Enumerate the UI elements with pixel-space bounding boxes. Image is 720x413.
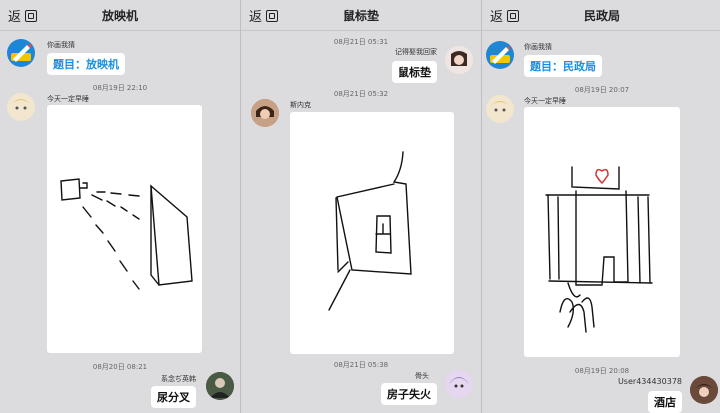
top-bar: 返 民政局 <box>482 0 720 31</box>
guess-bubble[interactable]: 房子失火 <box>381 383 437 405</box>
sender-nickname: 今天一定早睡 <box>47 95 89 103</box>
mousepad-drawing <box>328 151 412 311</box>
drawer-avatar[interactable] <box>7 93 35 121</box>
chat-panel-projector: 返 放映机 你画我猜 题目：放映机 08月19日 22:10 今天一定早睡 08… <box>0 0 240 413</box>
sender-nickname: 斯内克 <box>290 101 311 109</box>
sender-nickname: 记得娶我回家 <box>395 48 437 56</box>
timestamp: 08月19日 22:10 <box>92 84 148 92</box>
game-bot-avatar[interactable] <box>486 41 514 69</box>
photo-avatar-icon <box>251 99 279 127</box>
guesser-avatar[interactable] <box>206 372 234 400</box>
answer-bubble[interactable]: 鼠标垫 <box>392 61 437 83</box>
prompt-bubble[interactable]: 题目：放映机 <box>47 53 125 75</box>
guesser-avatar[interactable] <box>445 370 473 398</box>
page-title: 放映机 <box>101 9 138 23</box>
sender-nickname: 系念ぢ英韩 <box>161 375 196 383</box>
projector-drawing <box>60 178 193 290</box>
pencil-icon <box>11 44 32 62</box>
guess-bubble[interactable]: 尿分叉 <box>151 386 196 408</box>
drawer-avatar[interactable] <box>486 95 514 123</box>
sender-nickname: 你画我猜 <box>524 43 552 51</box>
pencil-icon <box>490 46 511 64</box>
drawing-canvas[interactable] <box>47 105 202 353</box>
guess-bubble[interactable]: 酒店 <box>648 391 682 413</box>
page-title: 民政局 <box>583 9 620 23</box>
sender-nickname: User434430378 <box>617 377 682 386</box>
sender-nickname: 今天一定早睡 <box>524 97 566 105</box>
timestamp: 08月20日 08:21 <box>92 363 148 371</box>
photo-avatar-icon <box>445 46 473 74</box>
chat-panel-civil-affairs: 返 民政局 你画我猜 题目：民政局 08月19日 20:07 今天一定早睡 08… <box>482 0 720 413</box>
prompt-bubble[interactable]: 题目：民政局 <box>524 55 602 77</box>
screenshot-collage: 返 放映机 你画我猜 题目：放映机 08月19日 22:10 今天一定早睡 08… <box>0 0 720 413</box>
anime-avatar-icon <box>445 370 473 398</box>
timestamp: 08月21日 05:38 <box>333 361 389 369</box>
photo-avatar-icon <box>206 372 234 400</box>
anime-avatar-icon <box>690 376 718 404</box>
timestamp: 08月19日 20:07 <box>574 86 630 94</box>
top-bar: 返 放映机 <box>0 0 240 31</box>
timestamp: 08月21日 05:32 <box>333 90 389 98</box>
chat-panel-mousepad: 返 鼠标垫 08月21日 05:31 记得娶我回家 鼠标垫 08月21日 05:… <box>241 0 481 413</box>
drawing-canvas[interactable] <box>524 107 680 357</box>
civil-affairs-drawing <box>545 166 653 333</box>
drawer-avatar[interactable] <box>251 99 279 127</box>
timestamp: 08月21日 05:31 <box>333 38 389 46</box>
self-avatar[interactable] <box>445 46 473 74</box>
timestamp: 08月19日 20:08 <box>574 367 630 375</box>
anime-avatar-icon <box>7 93 35 121</box>
page-title: 鼠标垫 <box>342 9 379 23</box>
guesser-avatar[interactable] <box>690 376 718 404</box>
sender-nickname: 你画我猜 <box>47 41 75 49</box>
sender-nickname: 骨头 <box>415 372 429 380</box>
drawing-canvas[interactable] <box>290 112 454 354</box>
anime-avatar-icon <box>486 95 514 123</box>
top-bar: 返 鼠标垫 <box>241 0 481 31</box>
game-bot-avatar[interactable] <box>7 39 35 67</box>
